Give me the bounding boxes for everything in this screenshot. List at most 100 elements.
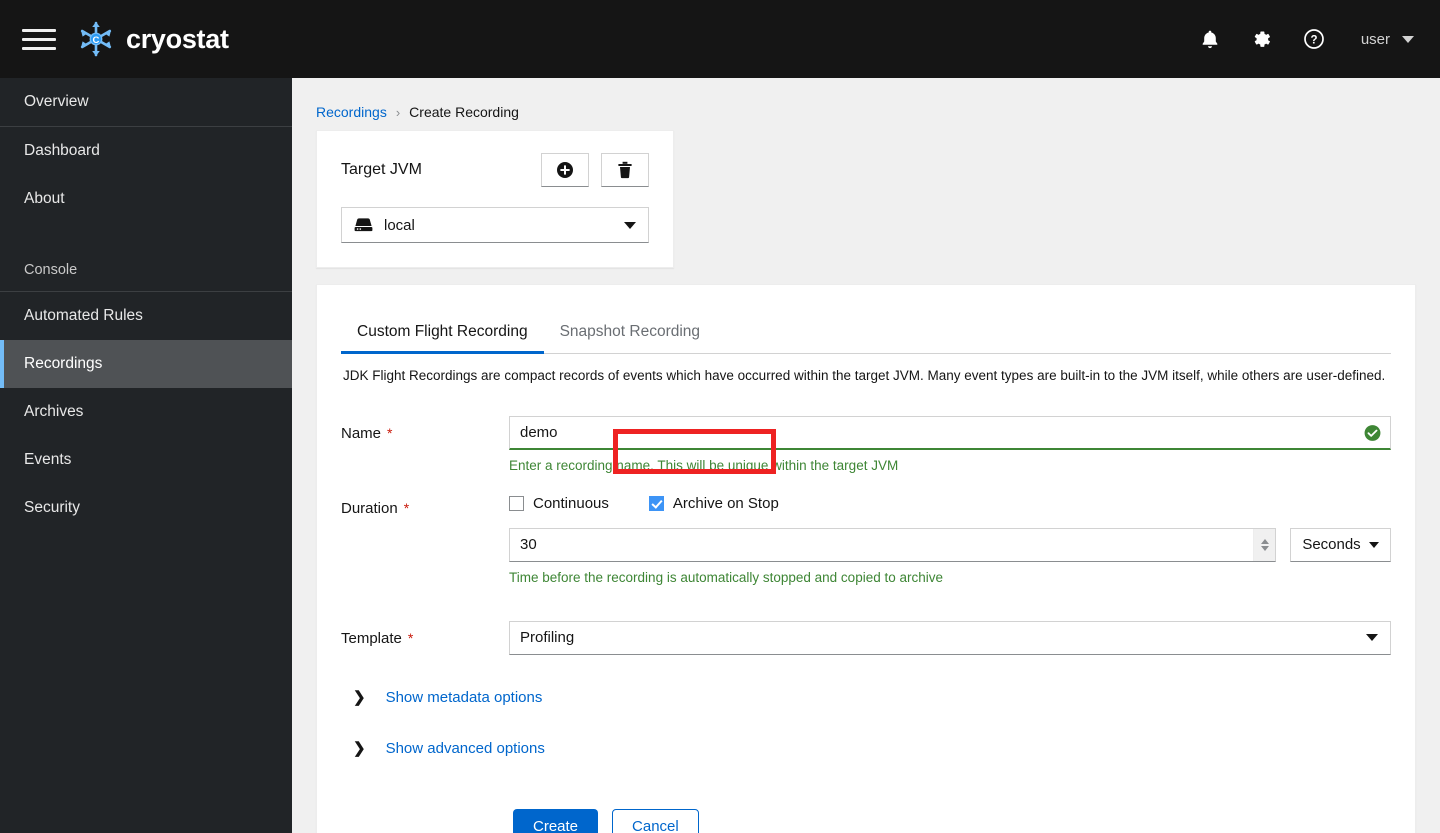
name-input[interactable] bbox=[509, 415, 1391, 450]
breadcrumb-separator-icon: › bbox=[395, 104, 401, 120]
name-label-text: Name bbox=[341, 424, 382, 442]
continuous-checkbox[interactable]: Continuous bbox=[509, 495, 609, 512]
duration-input-row: Seconds bbox=[509, 527, 1391, 562]
recording-type-tabs: Custom Flight Recording Snapshot Recordi… bbox=[341, 285, 1391, 354]
spinner-up-icon[interactable] bbox=[1260, 538, 1269, 544]
continuous-label: Continuous bbox=[533, 495, 609, 513]
help-circle-icon[interactable]: ? bbox=[1301, 26, 1327, 52]
required-marker: * bbox=[403, 499, 410, 516]
sidebar-item-security[interactable]: Security bbox=[0, 484, 292, 532]
svg-text:C: C bbox=[93, 35, 100, 46]
target-jvm-value: local bbox=[384, 216, 415, 234]
form-row-name: Name * Enter a recording na bbox=[341, 415, 1391, 473]
add-target-button[interactable] bbox=[541, 153, 589, 187]
caret-down-icon bbox=[1366, 634, 1378, 642]
duration-unit-dropdown[interactable]: Seconds bbox=[1290, 527, 1391, 562]
show-metadata-options-label: Show metadata options bbox=[385, 688, 543, 706]
sidebar-item-automated-rules[interactable]: Automated Rules bbox=[0, 292, 292, 340]
sidebar-item-dashboard[interactable]: Dashboard bbox=[0, 127, 292, 175]
hamburger-bar bbox=[22, 28, 56, 32]
name-control: Enter a recording name. This will be uni… bbox=[509, 415, 1391, 473]
sidebar-item-label: Dashboard bbox=[24, 142, 100, 159]
checkbox-box bbox=[509, 496, 524, 512]
form-actions: Create Cancel bbox=[341, 808, 1391, 833]
create-recording-card: Custom Flight Recording Snapshot Recordi… bbox=[316, 284, 1416, 833]
sidebar-item-label: Events bbox=[24, 451, 72, 468]
template-label-text: Template bbox=[341, 629, 402, 647]
svg-text:?: ? bbox=[1310, 34, 1317, 46]
server-icon bbox=[354, 218, 373, 232]
bell-icon[interactable] bbox=[1197, 26, 1223, 52]
name-input-wrap bbox=[509, 415, 1391, 450]
sidebar-item-label: Security bbox=[24, 499, 80, 516]
brand[interactable]: C cryostat bbox=[78, 21, 229, 57]
template-value: Profiling bbox=[520, 629, 575, 647]
required-marker: * bbox=[387, 424, 393, 441]
gear-icon[interactable] bbox=[1249, 26, 1275, 52]
masthead-tools: ? user bbox=[1197, 26, 1418, 52]
archive-on-stop-checkbox[interactable]: Archive on Stop bbox=[648, 495, 779, 512]
hamburger-menu-icon[interactable] bbox=[22, 24, 56, 54]
sidebar-section-console: Console bbox=[24, 262, 78, 278]
user-menu-label: user bbox=[1360, 30, 1390, 48]
sidebar-item-about[interactable]: About bbox=[0, 175, 292, 223]
hamburger-bar bbox=[22, 46, 56, 50]
breadcrumb-link-recordings[interactable]: Recordings bbox=[316, 104, 387, 120]
delete-target-button[interactable] bbox=[601, 153, 649, 187]
show-advanced-options-toggle[interactable]: ❯ Show advanced options bbox=[341, 740, 1391, 757]
brand-name: cryostat bbox=[126, 23, 229, 54]
tab-snapshot-recording[interactable]: Snapshot Recording bbox=[544, 311, 716, 353]
sidebar-item-label: Automated Rules bbox=[24, 307, 143, 324]
name-helper-text: Enter a recording name. This will be uni… bbox=[509, 457, 899, 473]
name-label: Name * bbox=[341, 416, 509, 442]
tab-custom-flight-recording[interactable]: Custom Flight Recording bbox=[341, 311, 544, 354]
sidebar-item-label: Recordings bbox=[24, 355, 103, 372]
user-menu[interactable]: user bbox=[1361, 31, 1414, 48]
sidebar-item-label: Archives bbox=[24, 403, 84, 420]
required-marker: * bbox=[407, 629, 414, 646]
caret-down-icon bbox=[1368, 541, 1379, 548]
template-control: Profiling bbox=[509, 620, 1391, 655]
chevron-down-icon bbox=[1402, 35, 1414, 43]
sidebar-item-recordings[interactable]: Recordings bbox=[0, 340, 292, 388]
duration-unit-label: Seconds bbox=[1302, 536, 1361, 554]
breadcrumb-current: Create Recording bbox=[409, 104, 519, 120]
target-jvm-label: Target JVM bbox=[341, 161, 422, 178]
target-jvm-header: Target JVM bbox=[341, 153, 649, 187]
template-select[interactable]: Profiling bbox=[509, 620, 1391, 655]
duration-number-wrap bbox=[509, 527, 1276, 562]
spinner-down-icon[interactable] bbox=[1260, 545, 1269, 551]
trash-icon bbox=[618, 161, 632, 179]
form-row-duration: Duration * Continuous Archive on Stop 30… bbox=[341, 491, 1391, 585]
cancel-button[interactable]: Cancel bbox=[612, 808, 699, 833]
form-description: JDK Flight Recordings are compact record… bbox=[343, 368, 1386, 383]
duration-checkbox-row: Continuous Archive on Stop bbox=[509, 491, 1391, 517]
breadcrumb: Recordings › Create Recording bbox=[292, 78, 1440, 130]
sidebar-item-archives[interactable]: Archives bbox=[0, 388, 292, 436]
form-row-template: Template * Profiling bbox=[341, 620, 1391, 655]
number-spinner-icon[interactable] bbox=[1253, 528, 1275, 561]
check-circle-icon bbox=[1364, 424, 1381, 441]
checkbox-box bbox=[648, 496, 664, 512]
sidebar-item-label: Overview bbox=[24, 93, 89, 110]
hamburger-bar bbox=[22, 37, 56, 41]
sidebar-item-label: About bbox=[24, 190, 65, 207]
show-advanced-options-label: Show advanced options bbox=[385, 739, 545, 757]
show-metadata-options-toggle[interactable]: ❯ Show metadata options bbox=[341, 689, 1391, 706]
app-root: C cryostat ? user Overview Dashboard Abo… bbox=[0, 0, 1440, 833]
duration-label-text: Duration bbox=[341, 499, 398, 517]
body-row: Overview Dashboard About Console Automat… bbox=[0, 78, 1440, 833]
sidebar-item-overview[interactable]: Overview bbox=[0, 78, 292, 126]
chevron-right-icon: ❯ bbox=[353, 688, 366, 706]
sidebar-item-events[interactable]: Events bbox=[0, 436, 292, 484]
caret-down-icon bbox=[624, 221, 636, 229]
sidebar: Overview Dashboard About Console Automat… bbox=[0, 78, 292, 833]
duration-control: Continuous Archive on Stop 30 Seconds Ti… bbox=[509, 491, 1391, 585]
duration-helper-text: Time before the recording is automatical… bbox=[509, 569, 943, 585]
recording-form: Name * Enter a recording na bbox=[341, 390, 1391, 833]
target-jvm-select[interactable]: local bbox=[341, 207, 649, 243]
main-content: Recordings › Create Recording Target JVM bbox=[292, 78, 1440, 833]
duration-input[interactable] bbox=[509, 527, 1276, 562]
create-button[interactable]: Create bbox=[513, 808, 599, 833]
